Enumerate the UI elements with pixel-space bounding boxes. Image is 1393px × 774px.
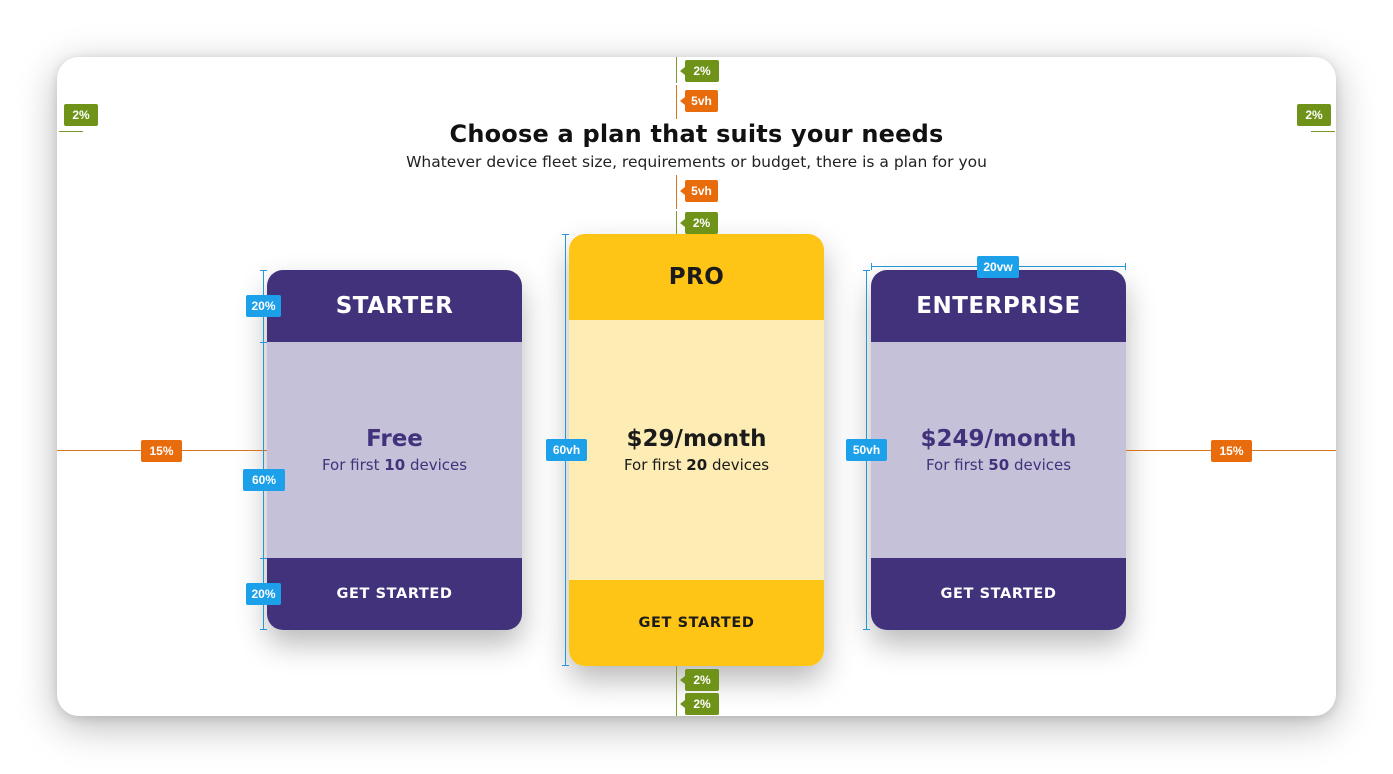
top-gap-guide (676, 57, 677, 83)
measure-badge: 15% (1211, 440, 1252, 462)
plan-name: STARTER (335, 293, 454, 319)
plan-price: Free (366, 426, 423, 452)
bottom-gap-guide (676, 666, 677, 716)
plan-body-pro: $29/month For first 20 devices (569, 320, 824, 580)
devices-prefix: For first (623, 456, 682, 474)
measure-badge: 50vh (846, 439, 887, 461)
devices-suffix: devices (711, 456, 770, 474)
tick (1125, 263, 1126, 270)
measure-badge: 60% (243, 469, 285, 491)
measure-badge: 5vh (680, 90, 718, 112)
tick (260, 558, 267, 559)
tick (562, 665, 569, 666)
devices-prefix: For first (925, 456, 984, 474)
plan-card-pro: PRO $29/month For first 20 devices GET S… (569, 234, 824, 666)
measure-badge: 20vw (977, 256, 1019, 278)
measure-badge: 2% (680, 212, 718, 234)
button-label: GET STARTED (638, 615, 755, 631)
plan-body-enterprise: $249/month For first 50 devices (871, 342, 1126, 558)
devices-count: 10 (384, 456, 406, 474)
measure-badge: 5vh (680, 180, 718, 202)
starter-height-guide (263, 270, 264, 630)
plan-price: $249/month (920, 426, 1077, 452)
tick (871, 263, 872, 270)
plan-devices: For first 20 devices (624, 456, 769, 474)
devices-count: 20 (686, 456, 708, 474)
measure-badge: 20% (246, 295, 281, 317)
devices-prefix: For first (321, 456, 380, 474)
devices-count: 50 (988, 456, 1010, 474)
tick (260, 270, 267, 271)
measure-badge: 20% (246, 583, 281, 605)
measure-badge: 60vh (546, 439, 587, 461)
get-started-button-enterprise[interactable]: GET STARTED (871, 558, 1126, 630)
plan-name: PRO (668, 264, 725, 290)
tick (562, 234, 569, 235)
button-label: GET STARTED (336, 586, 453, 602)
header-gap-guide (676, 175, 677, 209)
tick (260, 342, 267, 343)
devices-suffix: devices (409, 456, 468, 474)
get-started-button-pro[interactable]: GET STARTED (569, 580, 824, 666)
card-gap-guide (676, 211, 677, 234)
plan-header-pro: PRO (569, 234, 824, 320)
plan-devices: For first 10 devices (322, 456, 467, 474)
padding-left-guide (59, 131, 83, 132)
plan-header-starter: STARTER (267, 270, 522, 342)
tick (863, 270, 870, 271)
plan-body-starter: Free For first 10 devices (267, 342, 522, 558)
plan-name: ENTERPRISE (916, 293, 1081, 319)
top-vh-guide (676, 85, 677, 119)
measure-badge: 2% (680, 669, 719, 691)
button-label: GET STARTED (940, 586, 1057, 602)
plan-header-enterprise: ENTERPRISE (871, 270, 1126, 342)
get-started-button-starter[interactable]: GET STARTED (267, 558, 522, 630)
devices-suffix: devices (1013, 456, 1072, 474)
measure-badge: 15% (141, 440, 182, 462)
plan-devices: For first 50 devices (926, 456, 1071, 474)
measure-badge: 2% (680, 693, 719, 715)
page-title: Choose a plan that suits your needs (449, 120, 944, 148)
tick (260, 629, 267, 630)
plan-card-starter: STARTER Free For first 10 devices GET ST… (267, 270, 522, 630)
measure-badge: 2% (680, 60, 719, 82)
tick (863, 629, 870, 630)
plan-card-enterprise: ENTERPRISE $249/month For first 50 devic… (871, 270, 1126, 630)
page-subtitle: Whatever device fleet size, requirements… (406, 153, 987, 171)
plan-price: $29/month (626, 426, 767, 452)
measure-badge: 2% (64, 104, 98, 126)
padding-right-guide (1311, 131, 1335, 132)
measure-badge: 2% (1297, 104, 1331, 126)
